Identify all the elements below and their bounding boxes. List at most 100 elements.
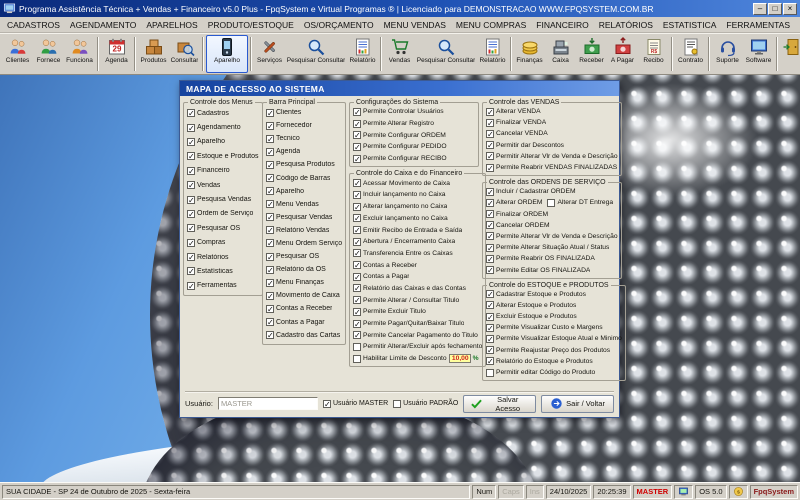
- checkbox-permitir-editar-codigo-do-produto[interactable]: Permitir editar Código do Produto: [486, 367, 622, 378]
- recibo-button[interactable]: R$ Recibo: [638, 35, 669, 73]
- checkbox[interactable]: ✓: [353, 154, 361, 163]
- checkbox[interactable]: ✓: [266, 121, 274, 130]
- usuario-master-checkbox[interactable]: ✓ Usuário MASTER: [322, 399, 388, 408]
- menu-financeiro[interactable]: FINANCEIRO: [531, 19, 593, 31]
- checkbox[interactable]: [486, 368, 494, 377]
- checkbox[interactable]: ✓: [266, 108, 274, 117]
- checkbox-movimento-de-caixa[interactable]: ✓ Movimento de Caixa: [266, 289, 342, 302]
- agenda-button[interactable]: 29 Agenda: [101, 35, 132, 73]
- checkbox-permite-configurar-pedido[interactable]: ✓ Permite Configurar PEDIDO: [353, 141, 475, 153]
- checkbox-permite-alterar-registro[interactable]: ✓ Permite Alterar Registro: [353, 118, 475, 130]
- checkbox[interactable]: ✓: [187, 267, 195, 276]
- checkbox-cancelar-venda[interactable]: ✓ Cancelar VENDA: [486, 128, 618, 139]
- checkbox-relatorios[interactable]: ✓ Relatórios: [187, 250, 259, 264]
- caixa-button[interactable]: Caixa: [545, 35, 576, 73]
- fornece-button[interactable]: Fornece: [33, 35, 64, 73]
- checkbox-relatorio-vendas[interactable]: ✓ Relatório Vendas: [266, 224, 342, 237]
- checkbox[interactable]: ✓: [486, 346, 494, 355]
- checkbox[interactable]: ✓: [486, 210, 494, 219]
- checkbox[interactable]: ✓: [353, 226, 361, 235]
- relatorio-os-button[interactable]: Relatório: [347, 35, 378, 73]
- checkbox[interactable]: ✓: [353, 131, 361, 140]
- checkbox[interactable]: ✓: [486, 118, 494, 127]
- sair-voltar-button[interactable]: Sair / Voltar: [541, 394, 614, 413]
- checkbox-abertura-encerramento-caixa[interactable]: ✓ Abertura / Encerramento Caixa: [353, 236, 482, 248]
- checkbox[interactable]: ✓: [266, 304, 274, 313]
- checkbox[interactable]: ✓: [486, 187, 494, 196]
- checkbox-cadastro-das-cartas[interactable]: ✓ Cadastro das Cartas: [266, 329, 342, 342]
- checkbox[interactable]: ✓: [187, 238, 195, 247]
- checkbox[interactable]: ✓: [486, 357, 494, 366]
- checkbox-relatorio-das-caixas-e-das-contas[interactable]: ✓ Relatório das Caixas e das Contas: [353, 283, 482, 295]
- checkbox-finalizar-venda[interactable]: ✓ Finalizar VENDA: [486, 117, 618, 128]
- checkbox-pesquisar-os[interactable]: ✓ Pesquisar OS: [187, 221, 259, 235]
- checkbox[interactable]: ✓: [266, 200, 274, 209]
- checkbox-permitir-dar-descontos[interactable]: ✓ Permitir dar Descontos: [486, 140, 618, 151]
- checkbox[interactable]: ✓: [353, 296, 361, 305]
- checkbox-compras[interactable]: ✓ Compras: [187, 236, 259, 250]
- checkbox[interactable]: ✓: [187, 195, 195, 204]
- checkbox-codigo-de-barras[interactable]: ✓ Código de Barras: [266, 171, 342, 184]
- checkbox[interactable]: ✓: [353, 319, 361, 328]
- financas-button[interactable]: Finanças: [514, 35, 545, 73]
- checkbox[interactable]: ✓: [486, 266, 494, 275]
- menu-ferramentas[interactable]: FERRAMENTAS: [721, 19, 795, 31]
- checkbox[interactable]: ✓: [187, 281, 195, 290]
- checkbox[interactable]: ✓: [353, 249, 361, 258]
- checkbox-contas-a-pagar[interactable]: ✓ Contas a Pagar: [353, 271, 482, 283]
- checkbox[interactable]: ✓: [486, 290, 494, 299]
- checkbox-relatorio-da-os[interactable]: ✓ Relatório da OS: [266, 263, 342, 276]
- a-pagar-button[interactable]: A Pagar: [607, 35, 638, 73]
- checkbox[interactable]: ✓: [486, 254, 494, 263]
- checkbox[interactable]: [393, 399, 402, 408]
- checkbox[interactable]: ✓: [266, 147, 274, 156]
- checkbox[interactable]: [353, 354, 361, 363]
- checkbox[interactable]: ✓: [187, 181, 195, 190]
- checkbox-alterar-ordem[interactable]: ✓ Alterar ORDEM Alterar DT Entrega: [486, 197, 618, 208]
- checkbox-aparelho[interactable]: ✓ Aparelho: [187, 135, 259, 149]
- checkbox[interactable]: ✓: [486, 301, 494, 310]
- checkbox[interactable]: ✓: [187, 137, 195, 146]
- checkbox-contas-a-receber[interactable]: ✓ Contas a Receber: [353, 259, 482, 271]
- suporte-button[interactable]: Suporte: [712, 35, 743, 73]
- checkbox[interactable]: ✓: [486, 163, 494, 172]
- checkbox-agendamento[interactable]: ✓ Agendamento: [187, 120, 259, 134]
- menu-agendamento[interactable]: AGENDAMENTO: [65, 19, 141, 31]
- checkbox[interactable]: ✓: [486, 323, 494, 332]
- menu-relatorios[interactable]: RELATÓRIOS: [594, 19, 658, 31]
- checkbox-permite-configurar-recibo[interactable]: ✓ Permite Configurar RECIBO: [353, 153, 475, 165]
- checkbox[interactable]: ✓: [187, 152, 195, 161]
- checkbox-contas-a-receber[interactable]: ✓ Contas a Receber: [266, 302, 342, 315]
- checkbox[interactable]: ✓: [486, 152, 494, 161]
- checkbox[interactable]: ✓: [187, 224, 195, 233]
- checkbox[interactable]: ✓: [353, 261, 361, 270]
- checkbox[interactable]: ✓: [486, 232, 494, 241]
- checkbox-tecnico[interactable]: ✓ Tecnico: [266, 132, 342, 145]
- checkbox[interactable]: ✓: [353, 142, 361, 151]
- checkbox-permite-alterar-situacao-atual-status[interactable]: ✓ Permite Alterar Situação Atual / Status: [486, 242, 618, 253]
- checkbox[interactable]: ✓: [486, 243, 494, 252]
- usuario-padrao-checkbox[interactable]: Usuário PADRÃO: [393, 399, 458, 408]
- vendas-button[interactable]: Vendas: [384, 35, 415, 73]
- funciona-button[interactable]: Funciona: [64, 35, 95, 73]
- pesquisar-consultar-os-button[interactable]: Pesquisar Consultar: [285, 35, 347, 73]
- checkbox-permite-reabrir-os-finalizada[interactable]: ✓ Permite Reabrir OS FINALIZADA: [486, 253, 618, 264]
- checkbox-permite-visualizar-estoque-atual-e-minimo[interactable]: ✓ Permite Visualizar Estoque Atual e Mini…: [486, 333, 622, 344]
- checkbox-permite-controlar-usuarios[interactable]: ✓ Permite Controlar Usuários: [353, 106, 475, 118]
- checkbox-alterar-estoque-e-produtos[interactable]: ✓ Alterar Estoque e Produtos: [486, 300, 622, 311]
- checkbox-financeiro[interactable]: ✓ Financeiro: [187, 164, 259, 178]
- checkbox-pesquisar-vendas[interactable]: ✓ Pesquisar Vendas: [266, 211, 342, 224]
- menu-estatistica[interactable]: ESTATISTICA: [658, 19, 722, 31]
- menu-aparelhos[interactable]: APARELHOS: [141, 19, 202, 31]
- checkbox[interactable]: ✓: [266, 160, 274, 169]
- minimize-button[interactable]: –: [753, 2, 767, 15]
- checkbox-pesquisa-vendas[interactable]: ✓ Pesquisa Vendas: [187, 192, 259, 206]
- checkbox-estatisticas[interactable]: ✓ Estatísticas: [187, 264, 259, 278]
- checkbox[interactable]: ✓: [187, 123, 195, 132]
- software-button[interactable]: Software: [743, 35, 774, 73]
- checkbox-menu-financas[interactable]: ✓ Menu Finanças: [266, 276, 342, 289]
- menu-cadastros[interactable]: CADASTROS: [2, 19, 65, 31]
- contrato-button[interactable]: Contrato: [675, 35, 706, 73]
- checkbox[interactable]: ✓: [353, 107, 361, 116]
- checkbox-acessar-movimento-de-caixa[interactable]: ✓ Acessar Movimento de Caixa: [353, 177, 482, 189]
